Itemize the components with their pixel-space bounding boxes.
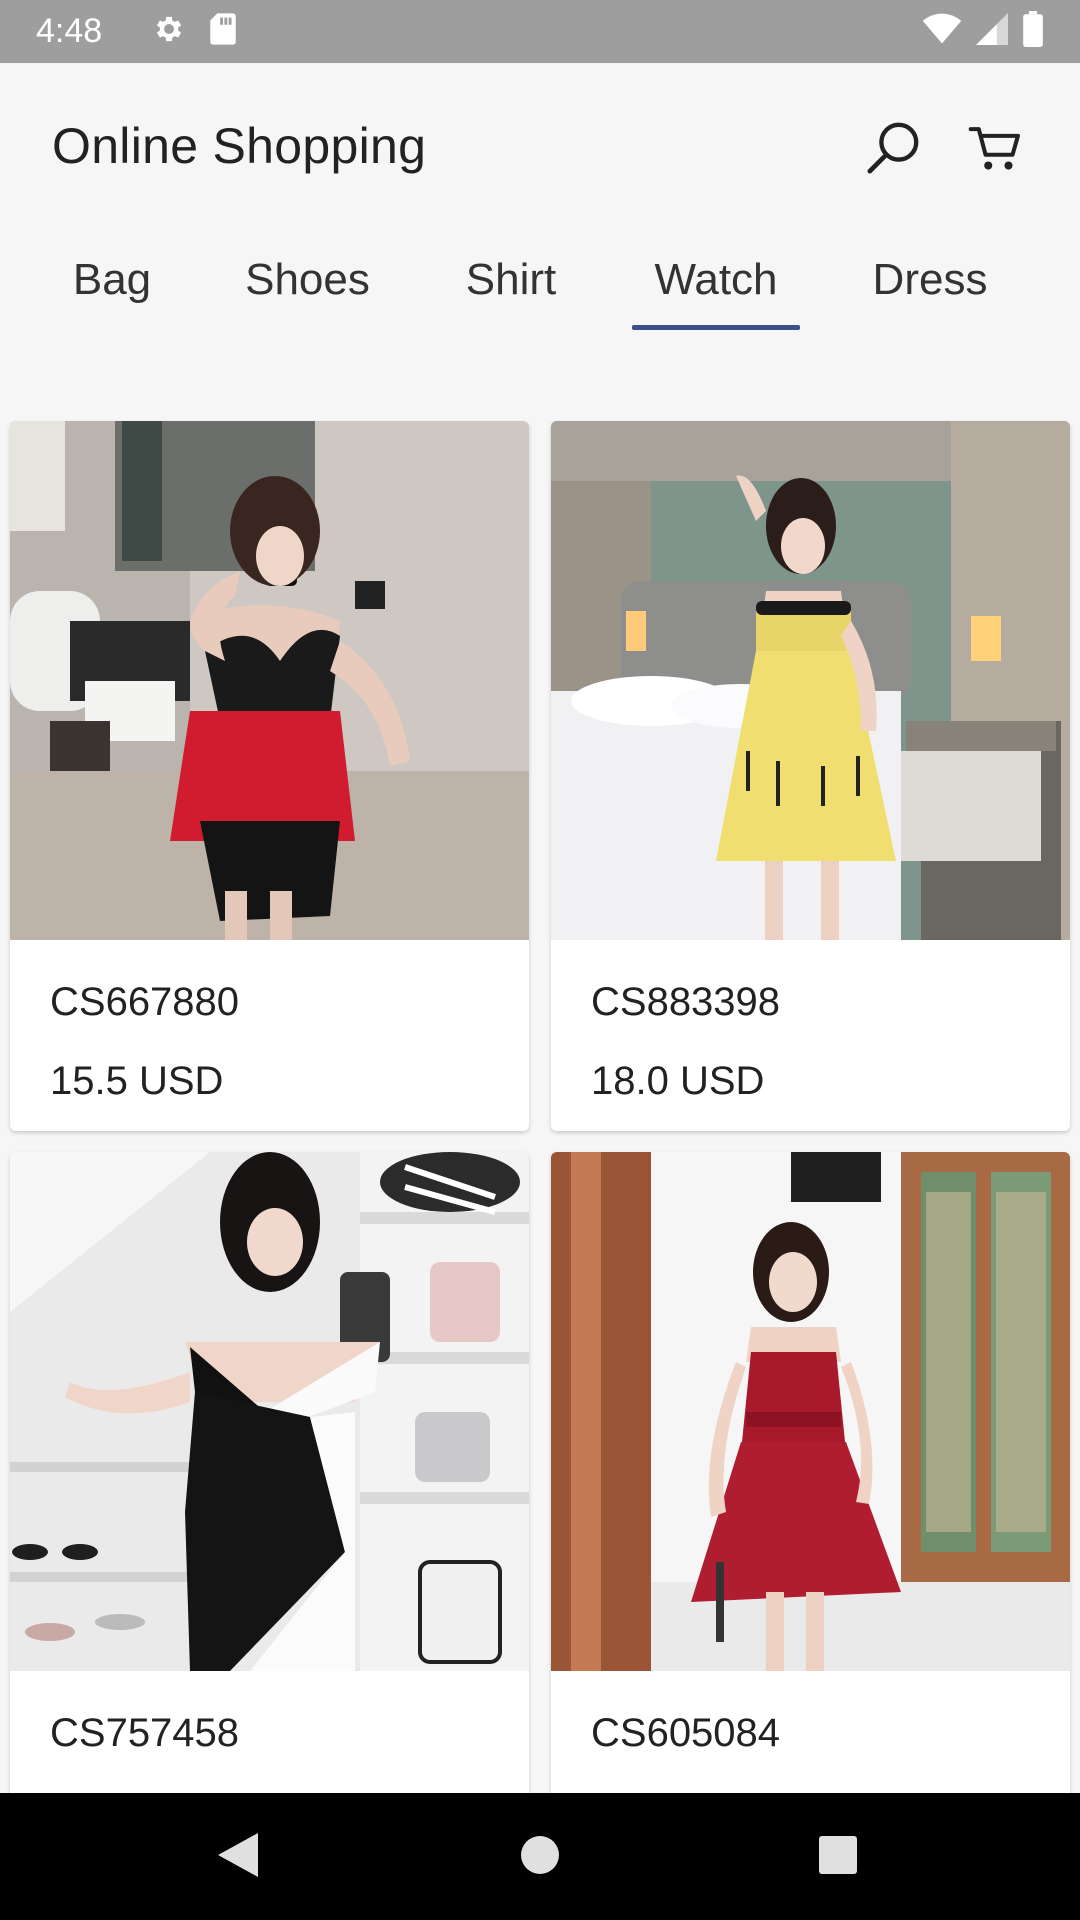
tab-dress[interactable]: Dress <box>862 255 998 333</box>
battery-icon <box>1022 11 1044 52</box>
product-photo <box>551 1152 1070 1671</box>
product-code: CS757458 <box>50 1711 240 1755</box>
back-button[interactable] <box>210 1829 266 1885</box>
home-button[interactable] <box>512 1829 568 1885</box>
product-price: 15.5 USD <box>50 1059 224 1103</box>
app-title: Online Shopping <box>52 118 427 174</box>
tab-label: Bag <box>72 255 152 304</box>
wifi-icon <box>922 13 962 50</box>
tab-watch[interactable]: Watch <box>632 255 800 333</box>
signal-icon <box>976 13 1008 50</box>
home-icon <box>520 1835 560 1880</box>
tab-label: Watch <box>654 255 778 304</box>
search-button[interactable] <box>858 115 928 185</box>
status-time: 4:48 <box>36 12 103 50</box>
product-code: CS605084 <box>591 1711 781 1755</box>
back-icon <box>216 1831 260 1884</box>
product-info: CS757458 <box>10 1671 529 1793</box>
product-card[interactable]: CS757458 <box>10 1152 529 1793</box>
status-bar: 4:48 <box>0 0 1080 63</box>
recents-button[interactable] <box>810 1829 866 1885</box>
tab-label: Shirt <box>465 255 557 304</box>
product-code: CS883398 <box>591 980 781 1024</box>
status-left: 4:48 <box>36 12 238 51</box>
system-nav-bar <box>0 1793 1080 1920</box>
recents-icon <box>818 1835 858 1880</box>
search-icon <box>864 119 922 182</box>
product-photo <box>551 421 1070 940</box>
product-card[interactable]: CS883398 18.0 USD <box>551 421 1070 1131</box>
tab-bag[interactable]: Bag <box>62 255 162 333</box>
product-photo <box>10 1152 529 1671</box>
product-price: 18.0 USD <box>591 1059 765 1103</box>
app-bar: Online Shopping <box>0 63 1080 233</box>
product-grid: CS667880 15.5 USD CS883398 18.0 USD CS75… <box>0 420 1080 1793</box>
product-code: CS667880 <box>50 980 240 1024</box>
product-info: CS667880 15.5 USD <box>10 940 529 1131</box>
tab-label: Shoes <box>245 255 370 304</box>
tab-label: Dress <box>872 255 988 304</box>
product-card[interactable]: CS667880 15.5 USD <box>10 421 529 1131</box>
category-tabs: Bag Shoes Shirt Watch Dress <box>0 233 1080 333</box>
product-info: CS883398 18.0 USD <box>551 940 1070 1131</box>
sd-card-icon <box>208 12 238 51</box>
product-card[interactable]: CS605084 <box>551 1152 1070 1793</box>
cart-button[interactable] <box>960 115 1030 185</box>
product-photo <box>10 421 529 940</box>
tab-shoes[interactable]: Shoes <box>235 255 380 333</box>
gear-icon <box>152 12 186 51</box>
product-info: CS605084 <box>551 1671 1070 1793</box>
status-right <box>922 11 1044 52</box>
cart-icon <box>968 121 1022 180</box>
tab-shirt[interactable]: Shirt <box>453 255 569 333</box>
